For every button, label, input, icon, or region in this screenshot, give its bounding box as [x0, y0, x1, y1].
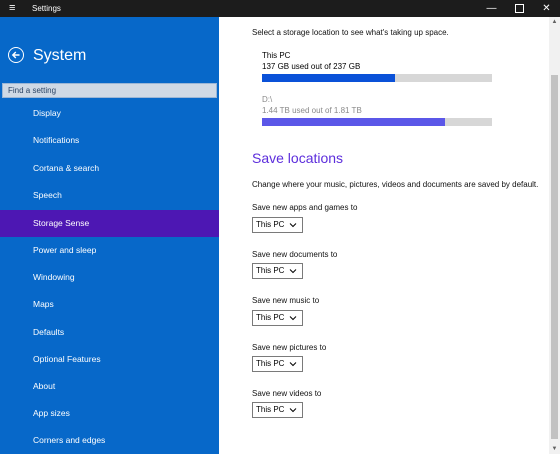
back-arrow-icon	[11, 51, 20, 59]
back-button[interactable]	[8, 47, 24, 63]
drive-usage-fill-d	[262, 118, 446, 126]
sidebar-item-corners-edges[interactable]: Corners and edges	[0, 427, 219, 454]
save-pictures-label: Save new pictures to	[252, 343, 327, 352]
sidebar-item-defaults[interactable]: Defaults	[0, 319, 219, 346]
maximize-icon	[515, 3, 524, 13]
save-apps-label: Save new apps and games to	[252, 203, 358, 212]
maximize-button[interactable]	[506, 0, 533, 17]
window-title: Settings	[32, 4, 61, 13]
chevron-down-icon	[289, 223, 297, 228]
sidebar-title: System	[33, 47, 87, 64]
sidebar: System Find a setting Display Notificati…	[0, 17, 219, 454]
scroll-down-icon[interactable]: ▼	[549, 444, 560, 454]
save-videos-select[interactable]: This PC	[252, 402, 303, 418]
save-videos-value: This PC	[256, 405, 285, 414]
sidebar-item-optional-features[interactable]: Optional Features	[0, 346, 219, 373]
save-documents-value: This PC	[256, 266, 285, 275]
save-music-select[interactable]: This PC	[252, 310, 303, 326]
chevron-down-icon	[289, 408, 297, 413]
sidebar-item-power-sleep[interactable]: Power and sleep	[0, 237, 219, 264]
chevron-down-icon	[289, 269, 297, 274]
save-apps-select[interactable]: This PC	[252, 217, 303, 233]
save-documents-label: Save new documents to	[252, 250, 338, 259]
sidebar-item-speech[interactable]: Speech	[0, 182, 219, 209]
drive-usage-this-pc: 137 GB used out of 237 GB	[262, 62, 361, 71]
sidebar-item-about[interactable]: About	[0, 373, 219, 400]
save-music-label: Save new music to	[252, 296, 320, 305]
sidebar-item-maps[interactable]: Maps	[0, 291, 219, 318]
sidebar-item-notifications[interactable]: Notifications	[0, 127, 219, 154]
drive-name-this-pc[interactable]: This PC	[262, 51, 290, 60]
scroll-up-icon[interactable]: ▲	[549, 17, 560, 27]
close-button[interactable]: ✕	[533, 0, 560, 17]
sidebar-item-cortana-search[interactable]: Cortana & search	[0, 155, 219, 182]
save-documents-select[interactable]: This PC	[252, 263, 303, 279]
storage-intro-text: Select a storage location to see what's …	[252, 28, 449, 37]
save-pictures-select[interactable]: This PC	[252, 356, 303, 372]
drive-usage-bar-this-pc[interactable]	[262, 74, 492, 82]
minimize-button[interactable]: —	[478, 0, 505, 17]
drive-name-d[interactable]: D:\	[262, 95, 272, 104]
save-apps-value: This PC	[256, 220, 285, 229]
search-input[interactable]: Find a setting	[2, 83, 217, 98]
scrollbar[interactable]: ▲ ▼	[549, 17, 560, 454]
save-music-value: This PC	[256, 313, 285, 322]
scrollbar-thumb[interactable]	[551, 75, 558, 439]
save-locations-description: Change where your music, pictures, video…	[252, 180, 539, 189]
save-pictures-value: This PC	[256, 359, 285, 368]
title-bar: ≡ Settings — ✕	[0, 0, 560, 17]
hamburger-icon[interactable]: ≡	[9, 2, 15, 14]
save-videos-label: Save new videos to	[252, 389, 322, 398]
save-locations-heading: Save locations	[252, 150, 344, 166]
drive-usage-d: 1.44 TB used out of 1.81 TB	[262, 106, 362, 115]
drive-usage-fill-this-pc	[262, 74, 395, 82]
sidebar-item-storage-sense[interactable]: Storage Sense	[0, 210, 219, 237]
chevron-down-icon	[289, 362, 297, 367]
drive-usage-bar-d[interactable]	[262, 118, 492, 126]
sidebar-item-app-sizes[interactable]: App sizes	[0, 400, 219, 427]
sidebar-item-windowing[interactable]: Windowing	[0, 264, 219, 291]
chevron-down-icon	[289, 316, 297, 321]
sidebar-item-display[interactable]: Display	[0, 100, 219, 127]
